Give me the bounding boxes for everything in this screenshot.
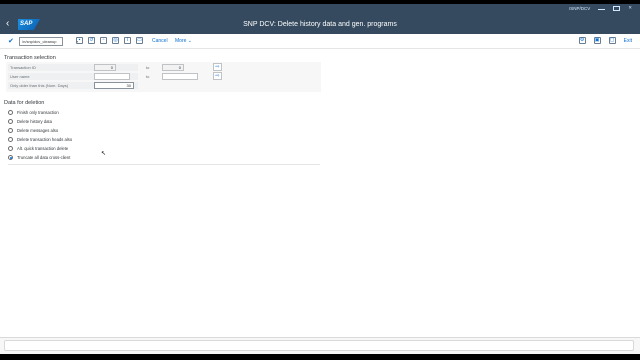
title-strip xyxy=(0,4,640,16)
variant-icon[interactable]: ◎ xyxy=(112,37,119,44)
radio-label: Alt. quick transaction delete xyxy=(17,146,69,151)
status-message-field xyxy=(4,340,634,351)
transaction-id-row: Transaction ID 0 to 0 ⇨ xyxy=(8,63,320,72)
maximize-icon[interactable] xyxy=(613,5,621,11)
toolbar-icons: ▪ ↺ ▫ ◎ i ▭ xyxy=(76,37,143,44)
user-name-to[interactable] xyxy=(162,73,198,80)
mouse-cursor-icon: ↖ xyxy=(101,151,107,157)
deletion-title: Data for deletion xyxy=(4,100,45,106)
multiple-selection-icon[interactable]: ⇨ xyxy=(213,72,222,80)
layout-icon[interactable]: ▭ xyxy=(136,37,143,44)
radio-finish-only[interactable]: Finish only transaction xyxy=(8,108,59,117)
copy-icon[interactable]: ▫ xyxy=(100,37,107,44)
settings-icon[interactable]: ⚙ xyxy=(578,37,586,44)
radio-delete-heads[interactable]: Delete transaction heads also xyxy=(8,135,72,144)
radio-icon[interactable] xyxy=(8,110,13,115)
radio-icon[interactable] xyxy=(8,146,13,151)
minimize-icon[interactable] xyxy=(598,9,606,10)
user-name-from[interactable] xyxy=(94,73,130,80)
transaction-id-to[interactable]: 0 xyxy=(162,64,184,71)
radio-label: Truncate all data cross-client xyxy=(17,155,71,160)
radio-icon[interactable] xyxy=(8,137,13,142)
to-label: to xyxy=(146,74,150,79)
divider xyxy=(8,164,320,165)
radio-delete-history[interactable]: Delete history data xyxy=(8,117,52,126)
window-controls: rSNP/DCV ✕ xyxy=(569,5,632,11)
radio-label: Delete messages also xyxy=(17,128,59,133)
radio-label: Delete history data xyxy=(17,119,52,124)
radio-label: Finish only transaction xyxy=(17,110,59,115)
execute-check-icon[interactable]: ✔ xyxy=(8,37,14,45)
more-label: More xyxy=(175,38,187,44)
to-label: to xyxy=(146,65,150,70)
close-icon[interactable]: ✕ xyxy=(628,5,632,11)
transaction-id-from[interactable]: 0 xyxy=(94,64,116,71)
radio-icon[interactable] xyxy=(8,128,13,133)
radio-icon[interactable] xyxy=(8,119,13,124)
toolbar-right: ⚙ ▣ ▢ Exit xyxy=(578,37,632,44)
history-icon[interactable]: ↺ xyxy=(88,37,95,44)
user-name-row: User name to ⇨ xyxy=(8,72,320,81)
older-than-days-input[interactable]: 30 xyxy=(94,82,134,89)
save-icon[interactable]: ▪ xyxy=(76,37,83,44)
radio-quick-delete[interactable]: Alt. quick transaction delete xyxy=(8,144,68,153)
radio-truncate-all[interactable]: Truncate all data cross-client xyxy=(8,153,70,162)
user-label: rSNP/DCV xyxy=(568,5,591,11)
more-button[interactable]: More ⌄ xyxy=(175,38,192,44)
exit-button[interactable]: Exit xyxy=(624,38,632,44)
radio-delete-messages[interactable]: Delete messages also xyxy=(8,126,58,135)
selection-title: Transaction selection xyxy=(4,55,56,61)
main-content xyxy=(0,49,640,337)
multiple-selection-icon[interactable]: ⇨ xyxy=(213,63,222,71)
fullscreen-icon[interactable]: ▢ xyxy=(608,37,616,44)
window-icon[interactable]: ▣ xyxy=(593,37,601,44)
transaction-id-label: Transaction ID xyxy=(8,64,138,71)
cancel-button[interactable]: Cancel xyxy=(152,38,168,44)
page-title: SNP DCV: Delete history data and gen. pr… xyxy=(243,21,397,28)
older-than-row: Only older than this (Num. Days) 30 xyxy=(8,82,320,90)
command-field[interactable]: /n/snp/dcv_cleanup ▾ xyxy=(19,37,78,46)
radio-label: Delete transaction heads also xyxy=(17,137,73,142)
command-value: /n/snp/dcv_cleanup xyxy=(22,39,57,44)
info-icon[interactable]: i xyxy=(124,37,131,44)
radio-icon-selected[interactable] xyxy=(8,155,13,160)
